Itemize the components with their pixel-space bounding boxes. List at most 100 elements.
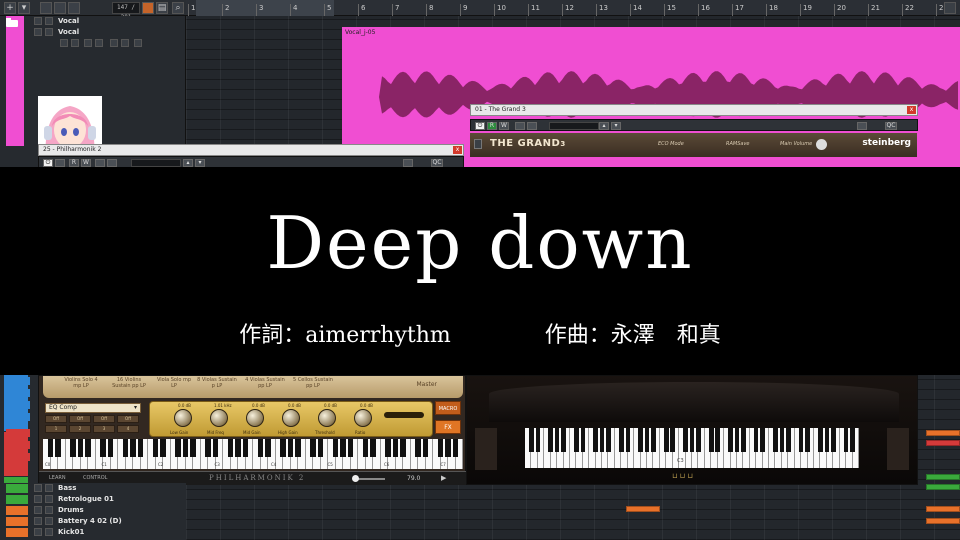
read-automation-button[interactable] — [84, 39, 92, 47]
chevron-down-icon[interactable]: ▾ — [611, 122, 621, 130]
link-icon[interactable] — [95, 159, 105, 167]
black-key[interactable] — [696, 428, 701, 452]
black-key[interactable] — [773, 428, 778, 452]
black-key[interactable] — [212, 439, 219, 457]
preset-slot[interactable]: 8 Violas Sustain p LP — [195, 377, 239, 389]
lane-button[interactable] — [121, 39, 129, 47]
macro-button[interactable]: MACRO — [435, 401, 461, 415]
black-key[interactable] — [242, 439, 249, 457]
black-key[interactable] — [850, 428, 855, 452]
black-key[interactable] — [689, 428, 695, 452]
preset-field[interactable] — [131, 159, 181, 167]
track-row[interactable]: Kick01 — [0, 527, 186, 537]
black-key[interactable] — [753, 428, 759, 452]
black-key[interactable] — [593, 428, 598, 452]
black-key[interactable] — [317, 439, 324, 457]
quick-controls-button[interactable]: QC — [431, 159, 443, 167]
black-key[interactable] — [205, 439, 211, 457]
plugin-window-titlebar[interactable]: 01 - The Grand 3 x — [470, 104, 918, 116]
black-key[interactable] — [415, 439, 421, 457]
read-button[interactable]: R — [69, 159, 79, 167]
power-icon[interactable]: ⏻ — [475, 122, 485, 130]
chevron-down-icon[interactable]: ▾ — [18, 2, 30, 14]
black-key[interactable] — [644, 428, 650, 452]
black-key[interactable] — [638, 428, 643, 452]
plugin-window-titlebar[interactable]: 25 - Philharmonik 2 x — [38, 144, 464, 156]
black-key[interactable] — [818, 428, 823, 452]
midi-part[interactable] — [626, 506, 660, 512]
black-key[interactable] — [227, 439, 234, 457]
mid-freq-knob[interactable] — [210, 409, 228, 427]
black-key[interactable] — [107, 439, 114, 457]
black-key[interactable] — [55, 439, 61, 457]
black-key[interactable] — [160, 439, 166, 457]
black-key[interactable] — [235, 439, 241, 457]
black-key[interactable] — [651, 428, 656, 452]
black-key[interactable] — [760, 428, 765, 452]
power-icon[interactable]: ⏻ — [43, 159, 53, 167]
chevron-up-icon[interactable]: ▴ — [183, 159, 193, 167]
quick-controls-button[interactable]: QC — [885, 122, 897, 130]
black-key[interactable] — [779, 428, 785, 452]
solo-button[interactable] — [45, 484, 53, 492]
black-key[interactable] — [599, 428, 605, 452]
black-key[interactable] — [580, 428, 586, 452]
piano-pedals[interactable]: ⊔ ⊔ ⊔ — [672, 472, 693, 480]
lock-icon[interactable] — [134, 39, 142, 47]
eco-mode-toggle[interactable]: ECO Mode — [658, 141, 684, 147]
camera-icon[interactable] — [403, 159, 413, 167]
black-key[interactable] — [190, 439, 196, 457]
fx-slot[interactable]: Off — [117, 415, 139, 423]
link-icon[interactable] — [515, 122, 525, 130]
monitor-button[interactable] — [71, 39, 79, 47]
record-enable-button[interactable]: R — [487, 122, 497, 130]
midi-part[interactable] — [926, 440, 960, 446]
filter-button[interactable] — [54, 2, 66, 14]
black-key[interactable] — [554, 428, 560, 452]
black-key[interactable] — [347, 439, 354, 457]
preset-slot[interactable]: 16 Violins Sustain pp LP — [107, 377, 151, 389]
write-button[interactable]: W — [499, 122, 509, 130]
slider-track[interactable] — [355, 478, 385, 480]
track-row[interactable]: Battery 4 02 (D) — [0, 516, 186, 526]
black-key[interactable] — [437, 439, 444, 457]
preset-field[interactable] — [549, 122, 599, 130]
fx-slot[interactable]: 3 — [93, 425, 115, 433]
black-key[interactable] — [310, 439, 316, 457]
track-row[interactable]: Retrologue 01 — [0, 494, 186, 504]
midi-part[interactable] — [926, 430, 960, 436]
black-key[interactable] — [385, 439, 391, 457]
black-key[interactable] — [422, 439, 429, 457]
solo-button[interactable] — [45, 517, 53, 525]
black-key[interactable] — [362, 439, 369, 457]
solo-button[interactable] — [45, 495, 53, 503]
preset-slot[interactable]: 5 Cellos Sustain pp LP — [291, 377, 335, 389]
threshold-knob[interactable] — [318, 409, 336, 427]
black-key[interactable] — [843, 428, 849, 452]
black-key[interactable] — [280, 439, 286, 457]
mute-button[interactable] — [34, 17, 42, 25]
high-gain-knob[interactable] — [282, 409, 300, 427]
preset-slot[interactable]: Violins Solo 4 mp LP — [61, 377, 101, 389]
mute-button[interactable] — [34, 528, 42, 536]
black-key[interactable] — [47, 439, 54, 457]
track-row[interactable]: Drums — [0, 505, 186, 515]
volume-knob[interactable] — [816, 139, 827, 150]
add-track-button[interactable]: + — [4, 2, 16, 14]
track-row[interactable]: Bass — [0, 483, 186, 493]
solo-button[interactable] — [45, 528, 53, 536]
black-key[interactable] — [670, 428, 675, 452]
black-key[interactable] — [715, 428, 720, 452]
master-slot[interactable]: Master — [417, 381, 438, 388]
learn-button[interactable]: LEARN — [49, 475, 66, 481]
record-icon[interactable] — [142, 2, 154, 14]
black-key[interactable] — [728, 428, 733, 452]
fx-slot[interactable]: Off — [93, 415, 115, 423]
black-key[interactable] — [574, 428, 579, 452]
midi-part[interactable] — [926, 474, 960, 480]
black-key[interactable] — [85, 439, 91, 457]
solo-button[interactable] — [45, 28, 53, 36]
black-key[interactable] — [175, 439, 181, 457]
cycle-range[interactable] — [196, 0, 334, 16]
black-key[interactable] — [831, 428, 836, 452]
